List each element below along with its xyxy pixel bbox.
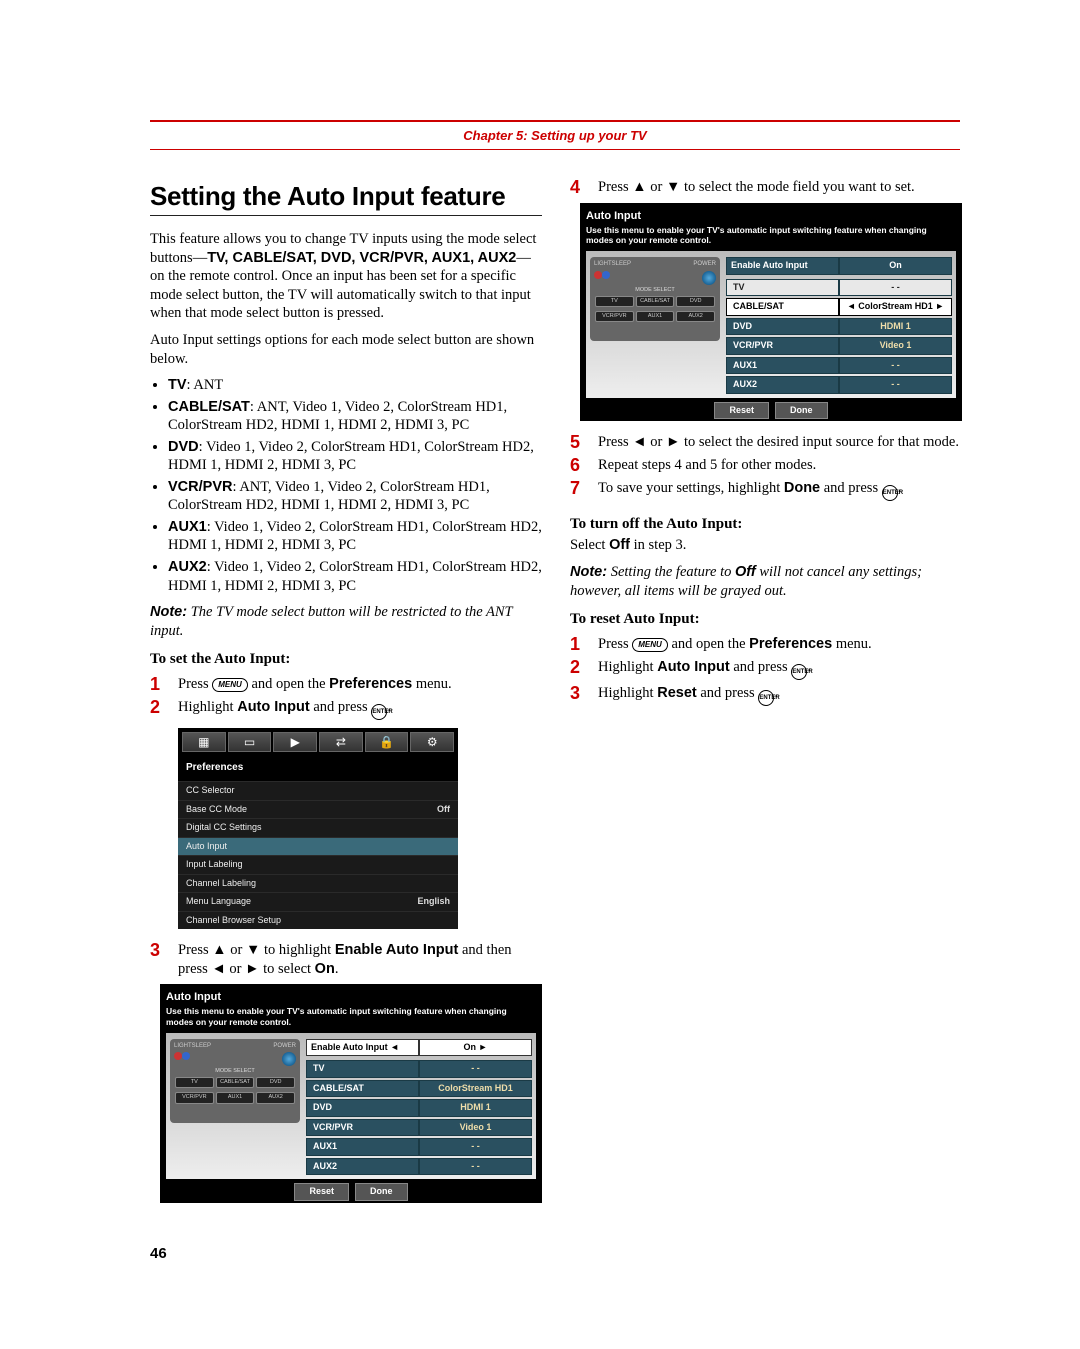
- option-item: VCR/PVR: ANT, Video 1, Video 2, ColorStr…: [168, 478, 542, 515]
- ai-row: AUX1- -: [726, 357, 952, 375]
- option-item: CABLE/SAT: ANT, Video 1, Video 2, ColorS…: [168, 398, 542, 435]
- intro-paragraph-1: This feature allows you to change TV inp…: [150, 230, 542, 323]
- step-7: 7 To save your settings, highlight Done …: [570, 479, 962, 501]
- ai-subtitle: Use this menu to enable your TV's automa…: [586, 225, 956, 245]
- remote-graphic: LIGHTSLEEPPOWER MODE SELECT TVCABLE/SATD…: [170, 1039, 300, 1123]
- ai-row: TV- -: [726, 279, 952, 297]
- reset-button: Reset: [714, 402, 769, 420]
- ai-header-row: Enable Auto Input ◄ On ►: [306, 1039, 532, 1057]
- menu-tab-icon: ▭: [228, 732, 272, 752]
- menu-tab-icon: ⇄: [319, 732, 363, 752]
- auto-input-screenshot-2: Auto Input Use this menu to enable your …: [580, 203, 962, 422]
- subhead-turnoff: To turn off the Auto Input:: [570, 515, 962, 534]
- ai-row: DVDHDMI 1: [726, 318, 952, 336]
- ai-row: TV- -: [306, 1060, 532, 1078]
- menu-tab-icon: ▦: [182, 732, 226, 752]
- ai-row: AUX1- -: [306, 1138, 532, 1156]
- chapter-heading: Chapter 5: Setting up your TV: [150, 126, 960, 149]
- page-number: 46: [150, 1245, 960, 1262]
- step-4: 4 Press ▲ or ▼ to select the mode field …: [570, 178, 962, 197]
- ai-row: DVDHDMI 1: [306, 1099, 532, 1117]
- ai-row: VCR/PVRVideo 1: [726, 337, 952, 355]
- remote-graphic: LIGHTSLEEPPOWER MODE SELECT TVCABLE/SATD…: [590, 257, 720, 341]
- menu-button-icon: MENU: [212, 678, 248, 692]
- rule-top: [150, 120, 960, 122]
- ai-title: Auto Input: [586, 209, 956, 223]
- done-button: Done: [355, 1183, 408, 1201]
- reset-button: Reset: [294, 1183, 349, 1201]
- ai-header-row: Enable Auto Input On: [726, 257, 952, 275]
- pref-row: Auto Input: [178, 837, 458, 856]
- turnoff-body: Select Off in step 3.: [570, 536, 962, 555]
- ai-title: Auto Input: [166, 990, 536, 1004]
- menu-tab-icon: ⚙: [410, 732, 454, 752]
- reset-step-2: 2 Highlight Auto Input and press ENTER.: [570, 658, 962, 680]
- intro-paragraph-2: Auto Input settings options for each mod…: [150, 331, 542, 368]
- ai-row: VCR/PVRVideo 1: [306, 1119, 532, 1137]
- section-title: Setting the Auto Input feature: [150, 180, 542, 213]
- ai-subtitle: Use this menu to enable your TV's automa…: [166, 1006, 536, 1026]
- ai-row: AUX2- -: [726, 376, 952, 394]
- right-arrow-icon: ►: [245, 961, 259, 977]
- reset-step-1: 1 Press MENU and open the Preferences me…: [570, 635, 962, 654]
- step-2: 2 Highlight Auto Input and press ENTER.: [150, 698, 542, 720]
- pref-row: CC Selector: [178, 781, 458, 800]
- rule-bottom: [150, 149, 960, 150]
- option-item: AUX1: Video 1, Video 2, ColorStream HD1,…: [168, 518, 542, 555]
- step-5: 5 Press ◄ or ► to select the desired inp…: [570, 433, 962, 452]
- menu-tab-icon: ▶: [273, 732, 317, 752]
- menu-button-icon: MENU: [632, 638, 668, 652]
- preferences-menu-screenshot: ▦▭▶⇄🔒⚙ Preferences CC SelectorBase CC Mo…: [178, 728, 458, 929]
- pref-row: Input Labeling: [178, 855, 458, 874]
- ai-row: CABLE/SATColorStream HD1: [306, 1080, 532, 1098]
- option-item: TV: ANT: [168, 376, 542, 395]
- down-arrow-icon: ▼: [246, 942, 260, 958]
- pref-title: Preferences: [178, 756, 458, 781]
- option-item: AUX2: Video 1, Video 2, ColorStream HD1,…: [168, 558, 542, 595]
- left-arrow-icon: ◄: [632, 434, 646, 450]
- option-item: DVD: Video 1, Video 2, ColorStream HD1, …: [168, 438, 542, 475]
- done-button: Done: [775, 402, 828, 420]
- right-arrow-icon: ►: [666, 434, 680, 450]
- reset-step-3: 3 Highlight Reset and press ENTER.: [570, 684, 962, 706]
- option-list: TV: ANT CABLE/SAT: ANT, Video 1, Video 2,…: [168, 376, 542, 595]
- pref-row: Digital CC Settings: [178, 818, 458, 837]
- enter-button-icon: ENTER: [371, 704, 387, 720]
- note-off: Note: Setting the feature to Off will no…: [570, 563, 962, 600]
- subhead-set: To set the Auto Input:: [150, 650, 542, 669]
- step-3: 3 Press ▲ or ▼ to highlight Enable Auto …: [150, 941, 542, 978]
- up-arrow-icon: ▲: [212, 942, 226, 958]
- enter-button-icon: ENTER: [758, 690, 774, 706]
- note-ant: Note: The TV mode select button will be …: [150, 603, 542, 640]
- enter-button-icon: ENTER: [791, 664, 807, 680]
- up-arrow-icon: ▲: [632, 179, 646, 195]
- ai-row: CABLE/SAT◄ ColorStream HD1 ►: [726, 298, 952, 316]
- subhead-reset: To reset Auto Input:: [570, 610, 962, 629]
- auto-input-screenshot-1: Auto Input Use this menu to enable your …: [160, 984, 542, 1203]
- left-arrow-icon: ◄: [211, 961, 225, 977]
- pref-row: Base CC ModeOff: [178, 800, 458, 819]
- ai-row: AUX2- -: [306, 1158, 532, 1176]
- enter-button-icon: ENTER: [882, 485, 898, 501]
- down-arrow-icon: ▼: [666, 179, 680, 195]
- pref-row: Channel Labeling: [178, 874, 458, 893]
- pref-row: Channel Browser Setup: [178, 911, 458, 930]
- title-underline: [150, 215, 542, 216]
- step-1: 1 Press MENU and open the Preferences me…: [150, 675, 542, 694]
- pref-row: Menu LanguageEnglish: [178, 892, 458, 911]
- menu-tab-icon: 🔒: [365, 732, 409, 752]
- step-6: 6 Repeat steps 4 and 5 for other modes.: [570, 456, 962, 475]
